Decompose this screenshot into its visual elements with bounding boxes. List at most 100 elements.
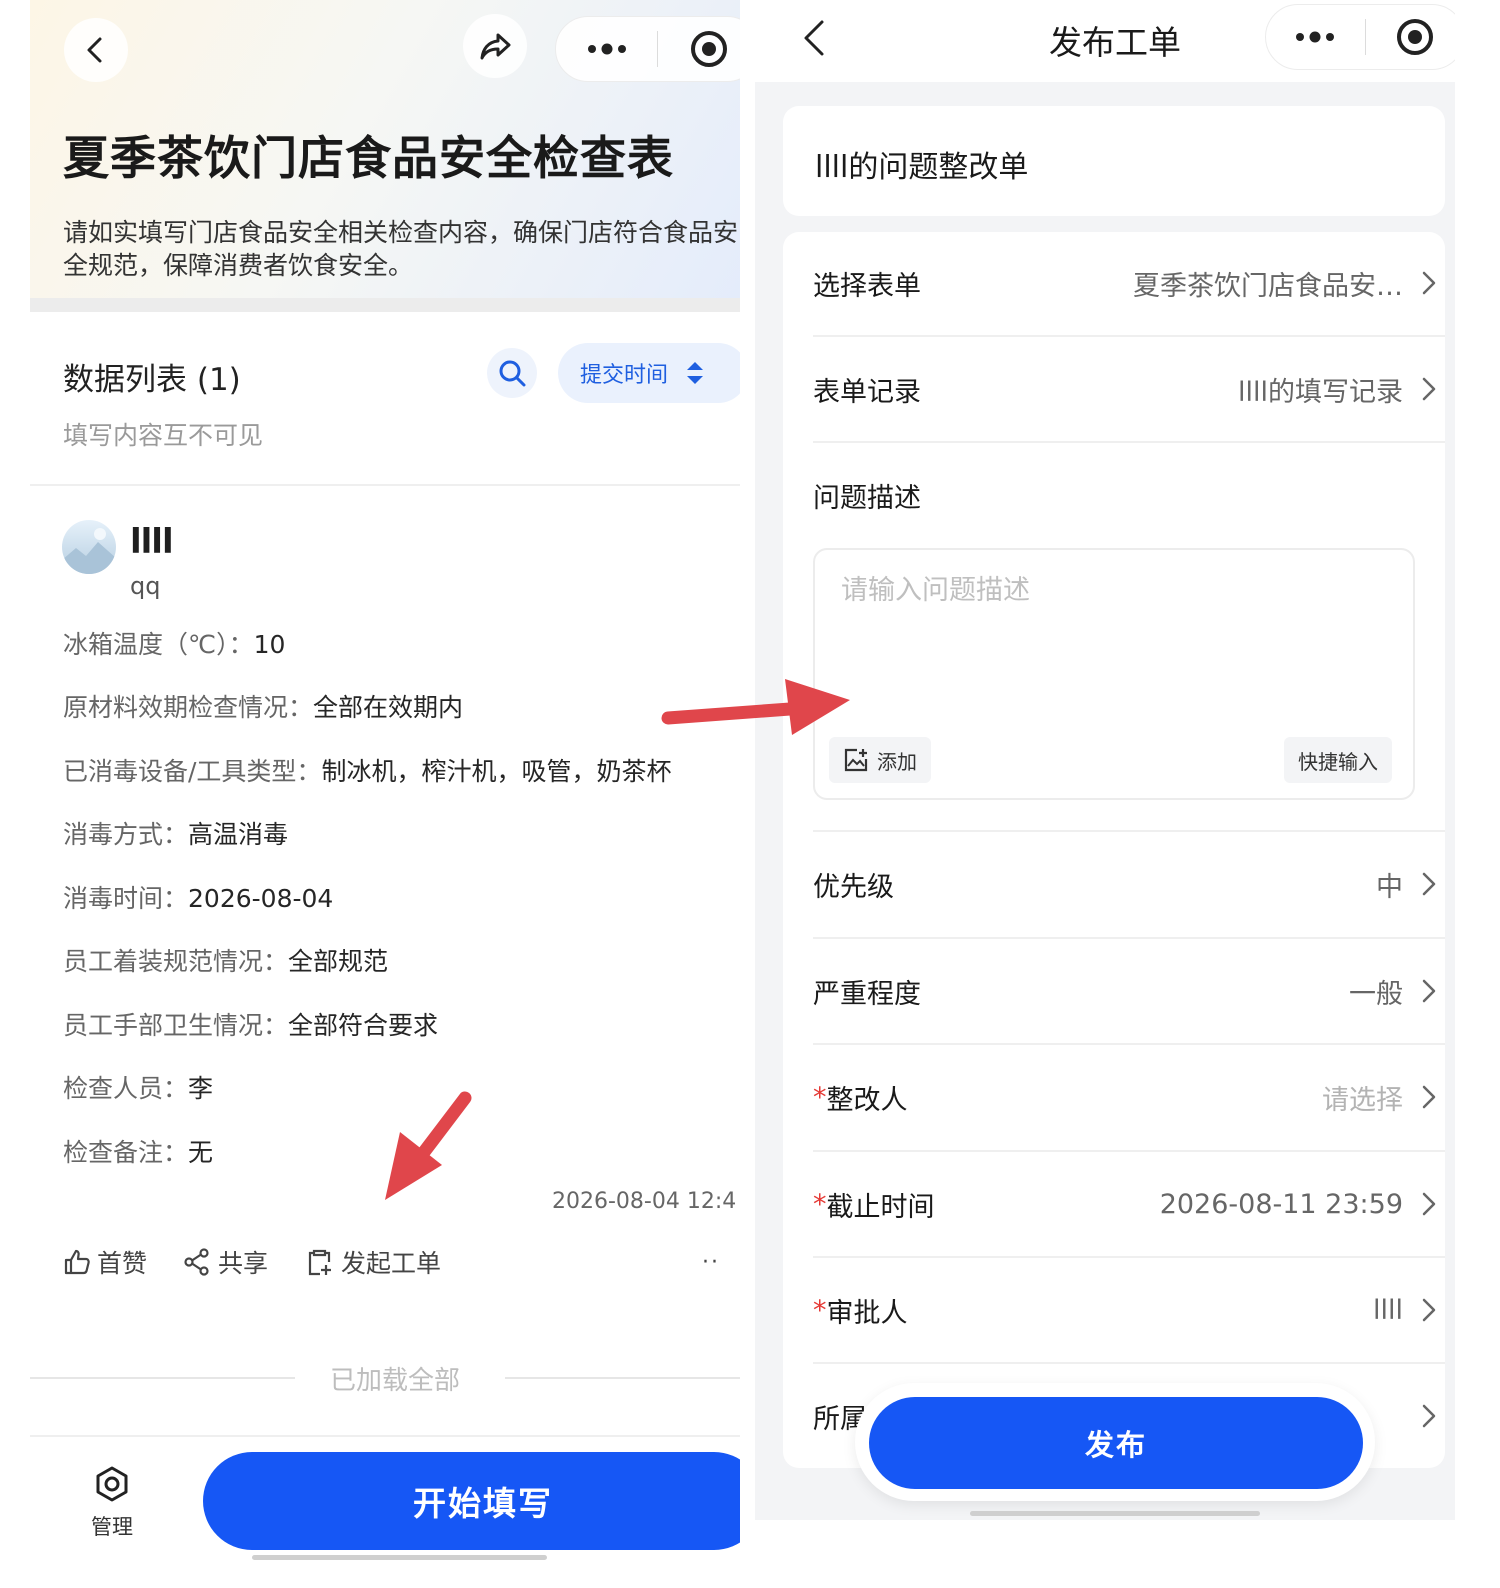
- create-ticket-button[interactable]: 发起工单: [305, 1244, 441, 1280]
- priority-row[interactable]: 优先级 中: [813, 831, 1443, 937]
- bottom-bar-divider: [30, 1435, 740, 1437]
- share-button[interactable]: [463, 14, 527, 78]
- share-entry-button[interactable]: 共享: [182, 1244, 268, 1280]
- share-nodes-icon: [184, 1248, 209, 1276]
- row-label: 选择表单: [813, 270, 921, 302]
- row-label: 审批人: [826, 1297, 908, 1329]
- chevron-right-icon: [1422, 271, 1436, 295]
- page-description: 请如实填写门店食品安全相关检查内容，确保门店符合食品安全规范，保障消费者饮食安全…: [63, 218, 739, 280]
- publish-ticket-screen: 发布工单 llll的问题整改单 选择表单 夏季茶饮门店食品安… 表单记录 lll…: [755, 0, 1455, 1520]
- entry-field: 消毒方式：高温消毒: [63, 820, 289, 849]
- row-value: 夏季茶饮门店食品安…: [1133, 270, 1403, 302]
- back-button[interactable]: [64, 18, 128, 82]
- sort-label: 提交时间: [580, 363, 669, 388]
- chevron-right-icon: [1422, 979, 1436, 1003]
- chevron-right-icon: [1422, 377, 1436, 401]
- approver-row[interactable]: * 审批人 llll: [813, 1257, 1443, 1363]
- loaded-all-text: 已加载全部: [330, 1366, 461, 1396]
- required-mark: *: [813, 1294, 827, 1326]
- row-label: 截止时间: [826, 1191, 935, 1223]
- more-button[interactable]: [556, 17, 657, 81]
- assignee-row[interactable]: * 整改人 请选择: [813, 1044, 1443, 1150]
- gear-icon: [96, 1466, 128, 1502]
- description-label-row: 问题描述: [813, 442, 1443, 548]
- page-title: 夏季茶饮门店食品安全检查表: [63, 131, 674, 185]
- entry-user-sub: qq: [130, 572, 161, 600]
- select-form-row[interactable]: 选择表单 夏季茶饮门店食品安…: [813, 230, 1443, 336]
- ticket-form-name: llll的问题整改单: [815, 150, 1029, 185]
- entry-field: 员工手部卫生情况：全部符合要求: [63, 1011, 439, 1040]
- publish-button[interactable]: 发布: [869, 1397, 1363, 1489]
- manage-button[interactable]: 管理: [82, 1465, 142, 1541]
- chevron-right-icon: [1422, 1298, 1436, 1322]
- add-attachment-button[interactable]: 添加: [829, 737, 931, 783]
- data-list-subtitle: 填写内容互不可见: [63, 421, 264, 450]
- add-label: 添加: [877, 749, 917, 774]
- more-icon: [1296, 31, 1335, 43]
- row-value: 中: [1376, 871, 1403, 903]
- create-ticket-label: 发起工单: [341, 1249, 442, 1278]
- chevron-right-icon: [1422, 872, 1436, 896]
- more-icon: [587, 43, 626, 55]
- thumbs-up-icon: [64, 1249, 90, 1275]
- search-icon: [499, 360, 526, 387]
- row-label: 整改人: [826, 1084, 908, 1116]
- entry-field: 员工着装规范情况：全部规范: [63, 947, 389, 976]
- entry-timestamp: 2026-08-04 12:4: [552, 1189, 737, 1214]
- sort-by-submit-time[interactable]: 提交时间: [558, 343, 740, 403]
- share-icon: [480, 33, 511, 60]
- like-label: 首赞: [97, 1249, 148, 1278]
- loaded-line-right: [505, 1377, 740, 1379]
- like-button[interactable]: 首赞: [63, 1244, 147, 1280]
- entry-field: 已消毒设备/工具类型：制冰机，榨汁机，吸管，奶茶杯: [63, 757, 672, 786]
- data-list-title: 数据列表 (1): [63, 362, 241, 398]
- close-mini-program-button[interactable]: [1366, 5, 1456, 69]
- sort-icon: [687, 362, 704, 384]
- mini-program-capsule: [555, 16, 740, 82]
- entry-field: 消毒时间：2026-08-04: [63, 884, 334, 913]
- severity-row[interactable]: 严重程度 一般: [813, 938, 1443, 1044]
- list-divider: [30, 484, 740, 486]
- row-label: 问题描述: [813, 482, 921, 514]
- publish-bar: 发布: [855, 1383, 1375, 1501]
- image-add-icon: [844, 748, 868, 772]
- row-value: 一般: [1349, 978, 1403, 1010]
- form-record-row[interactable]: 表单记录 llll的填写记录: [813, 336, 1443, 442]
- start-filling-button[interactable]: 开始填写: [203, 1452, 740, 1550]
- share-label: 共享: [218, 1249, 269, 1278]
- record-icon: [1396, 19, 1433, 55]
- clipboard-add-icon: [308, 1249, 331, 1276]
- loaded-line-left: [30, 1377, 295, 1379]
- manage-label: 管理: [91, 1515, 133, 1539]
- row-label: 严重程度: [813, 978, 921, 1010]
- row-value: 2026-08-11 23:59: [1159, 1188, 1403, 1220]
- required-mark: *: [813, 1188, 827, 1220]
- section-divider: [30, 298, 740, 312]
- record-icon: [690, 31, 727, 67]
- description-placeholder: 请输入问题描述: [841, 575, 1030, 606]
- description-textarea[interactable]: 请输入问题描述 添加 快捷输入: [813, 548, 1415, 800]
- chevron-right-icon: [1422, 1404, 1436, 1428]
- search-button[interactable]: [487, 348, 537, 398]
- avatar[interactable]: [62, 520, 116, 574]
- required-mark: *: [813, 1081, 827, 1113]
- quick-input-button[interactable]: 快捷输入: [1284, 737, 1392, 783]
- back-icon: [87, 37, 102, 63]
- row-label: 表单记录: [813, 376, 921, 408]
- row-label: 优先级: [813, 871, 894, 903]
- row-value: llll的填写记录: [1237, 376, 1403, 408]
- entry-field: 原材料效期检查情况：全部在效期内: [63, 693, 464, 722]
- entry-field: 冰箱温度（℃）：10: [63, 630, 286, 659]
- form-detail-screen: 夏季茶饮门店食品安全检查表 请如实填写门店食品安全相关检查内容，确保门店符合食品…: [30, 0, 740, 1588]
- mini-program-capsule: [1265, 4, 1455, 70]
- close-mini-program-button[interactable]: [658, 17, 740, 81]
- chevron-right-icon: [1422, 1085, 1436, 1109]
- entry-field: 检查人员：李: [63, 1074, 214, 1103]
- home-indicator: [252, 1555, 547, 1560]
- home-indicator: [970, 1511, 1260, 1516]
- entry-field: 检查备注：无: [63, 1138, 214, 1167]
- deadline-row[interactable]: * 截止时间 2026-08-11 23:59: [813, 1151, 1443, 1257]
- more-button[interactable]: [1266, 5, 1365, 69]
- row-value: llll: [1372, 1294, 1403, 1326]
- entry-more-button[interactable]: ··: [702, 1250, 720, 1275]
